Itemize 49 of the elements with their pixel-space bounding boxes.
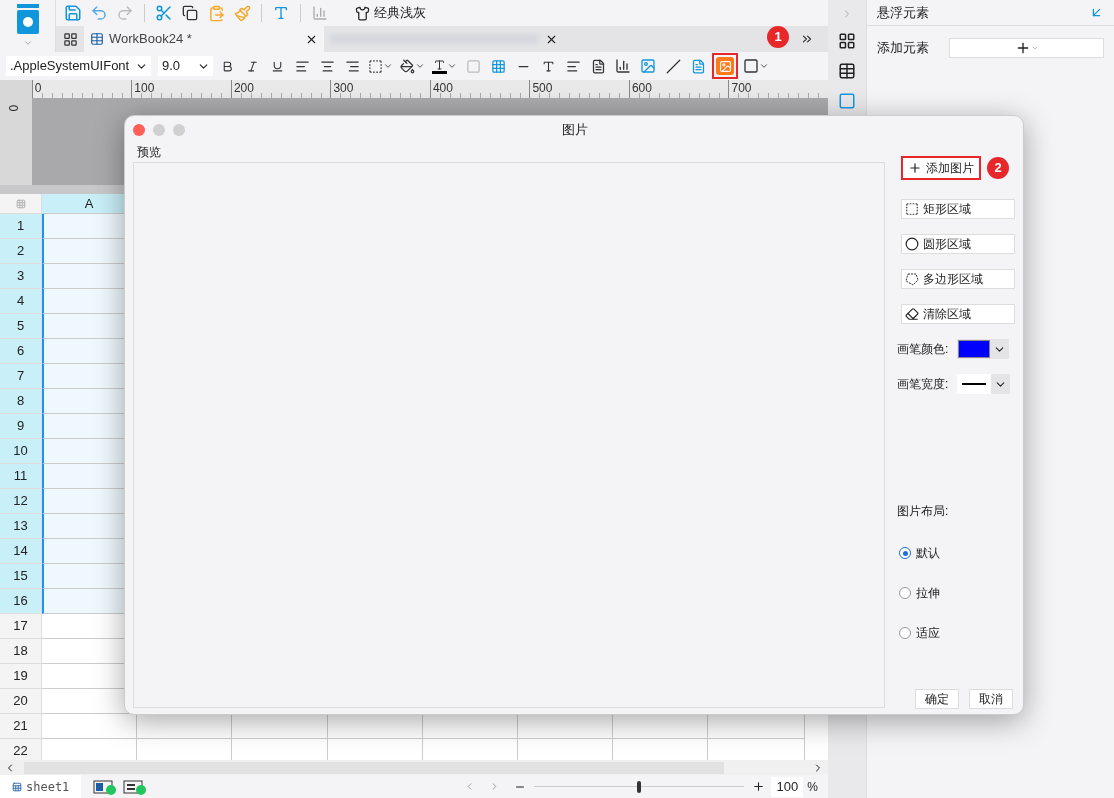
row-header[interactable]: 10	[0, 439, 42, 464]
region-button[interactable]: 圆形区域	[901, 234, 1015, 254]
add-element-label: 添加元素	[877, 39, 929, 58]
percent-label: %	[807, 778, 818, 796]
row-header[interactable]: 11	[0, 464, 42, 489]
row-header[interactable]: 13	[0, 514, 42, 539]
row-header[interactable]: 9	[0, 414, 42, 439]
workbook-tab[interactable]: WorkBook24 *	[84, 26, 324, 52]
row-header[interactable]: 4	[0, 289, 42, 314]
font-size-select[interactable]: 9.0	[158, 56, 213, 76]
radio-label: 默认	[916, 545, 940, 562]
row-header[interactable]: 15	[0, 564, 42, 589]
row-header[interactable]: 2	[0, 239, 42, 264]
region-button[interactable]: 多边形区域	[901, 269, 1015, 289]
row-header[interactable]: 17	[0, 614, 42, 639]
pen-color-label: 画笔颜色:	[897, 341, 950, 358]
dialog-button[interactable]: 确定	[915, 689, 959, 709]
dialog-title: 图片	[561, 121, 589, 140]
add-image-button[interactable]: 添加图片	[901, 156, 981, 180]
row-header[interactable]: 3	[0, 264, 42, 289]
radio-label: 适应	[916, 625, 940, 642]
region-button[interactable]: 清除区域	[901, 304, 1015, 324]
font-select[interactable]: .AppleSystemUIFont	[6, 56, 151, 76]
layout-label: 图片布局:	[897, 503, 950, 520]
step-badge: 2	[987, 157, 1009, 179]
dialog-button[interactable]: 取消	[969, 689, 1013, 709]
preview-label: 预览	[137, 144, 162, 160]
pen-width-label: 画笔宽度:	[897, 376, 950, 393]
radio-label: 拉伸	[916, 585, 940, 602]
zoom-field[interactable]: 100	[771, 776, 804, 797]
row-header[interactable]: 21	[0, 714, 42, 739]
row-header[interactable]: 8	[0, 389, 42, 414]
theme-button[interactable]: 经典浅灰	[355, 3, 426, 23]
row-header[interactable]: 12	[0, 489, 42, 514]
row-header[interactable]: 18	[0, 639, 42, 664]
sheet-tab[interactable]: sheet1	[0, 775, 82, 798]
region-button[interactable]: 矩形区域	[901, 199, 1015, 219]
row-header[interactable]: 5	[0, 314, 42, 339]
row-header[interactable]: 14	[0, 539, 42, 564]
tab-label: WorkBook24 *	[109, 30, 193, 49]
row-header[interactable]: 1	[0, 214, 42, 239]
row-header[interactable]: 20	[0, 689, 42, 714]
row-header[interactable]: 22	[0, 739, 42, 760]
row-header[interactable]: 6	[0, 339, 42, 364]
row-header[interactable]: 16	[0, 589, 42, 614]
row-header[interactable]: 7	[0, 364, 42, 389]
row-header[interactable]: 19	[0, 664, 42, 689]
ruler-mark: 0	[10, 104, 21, 112]
panel-title: 悬浮元素	[877, 3, 930, 22]
